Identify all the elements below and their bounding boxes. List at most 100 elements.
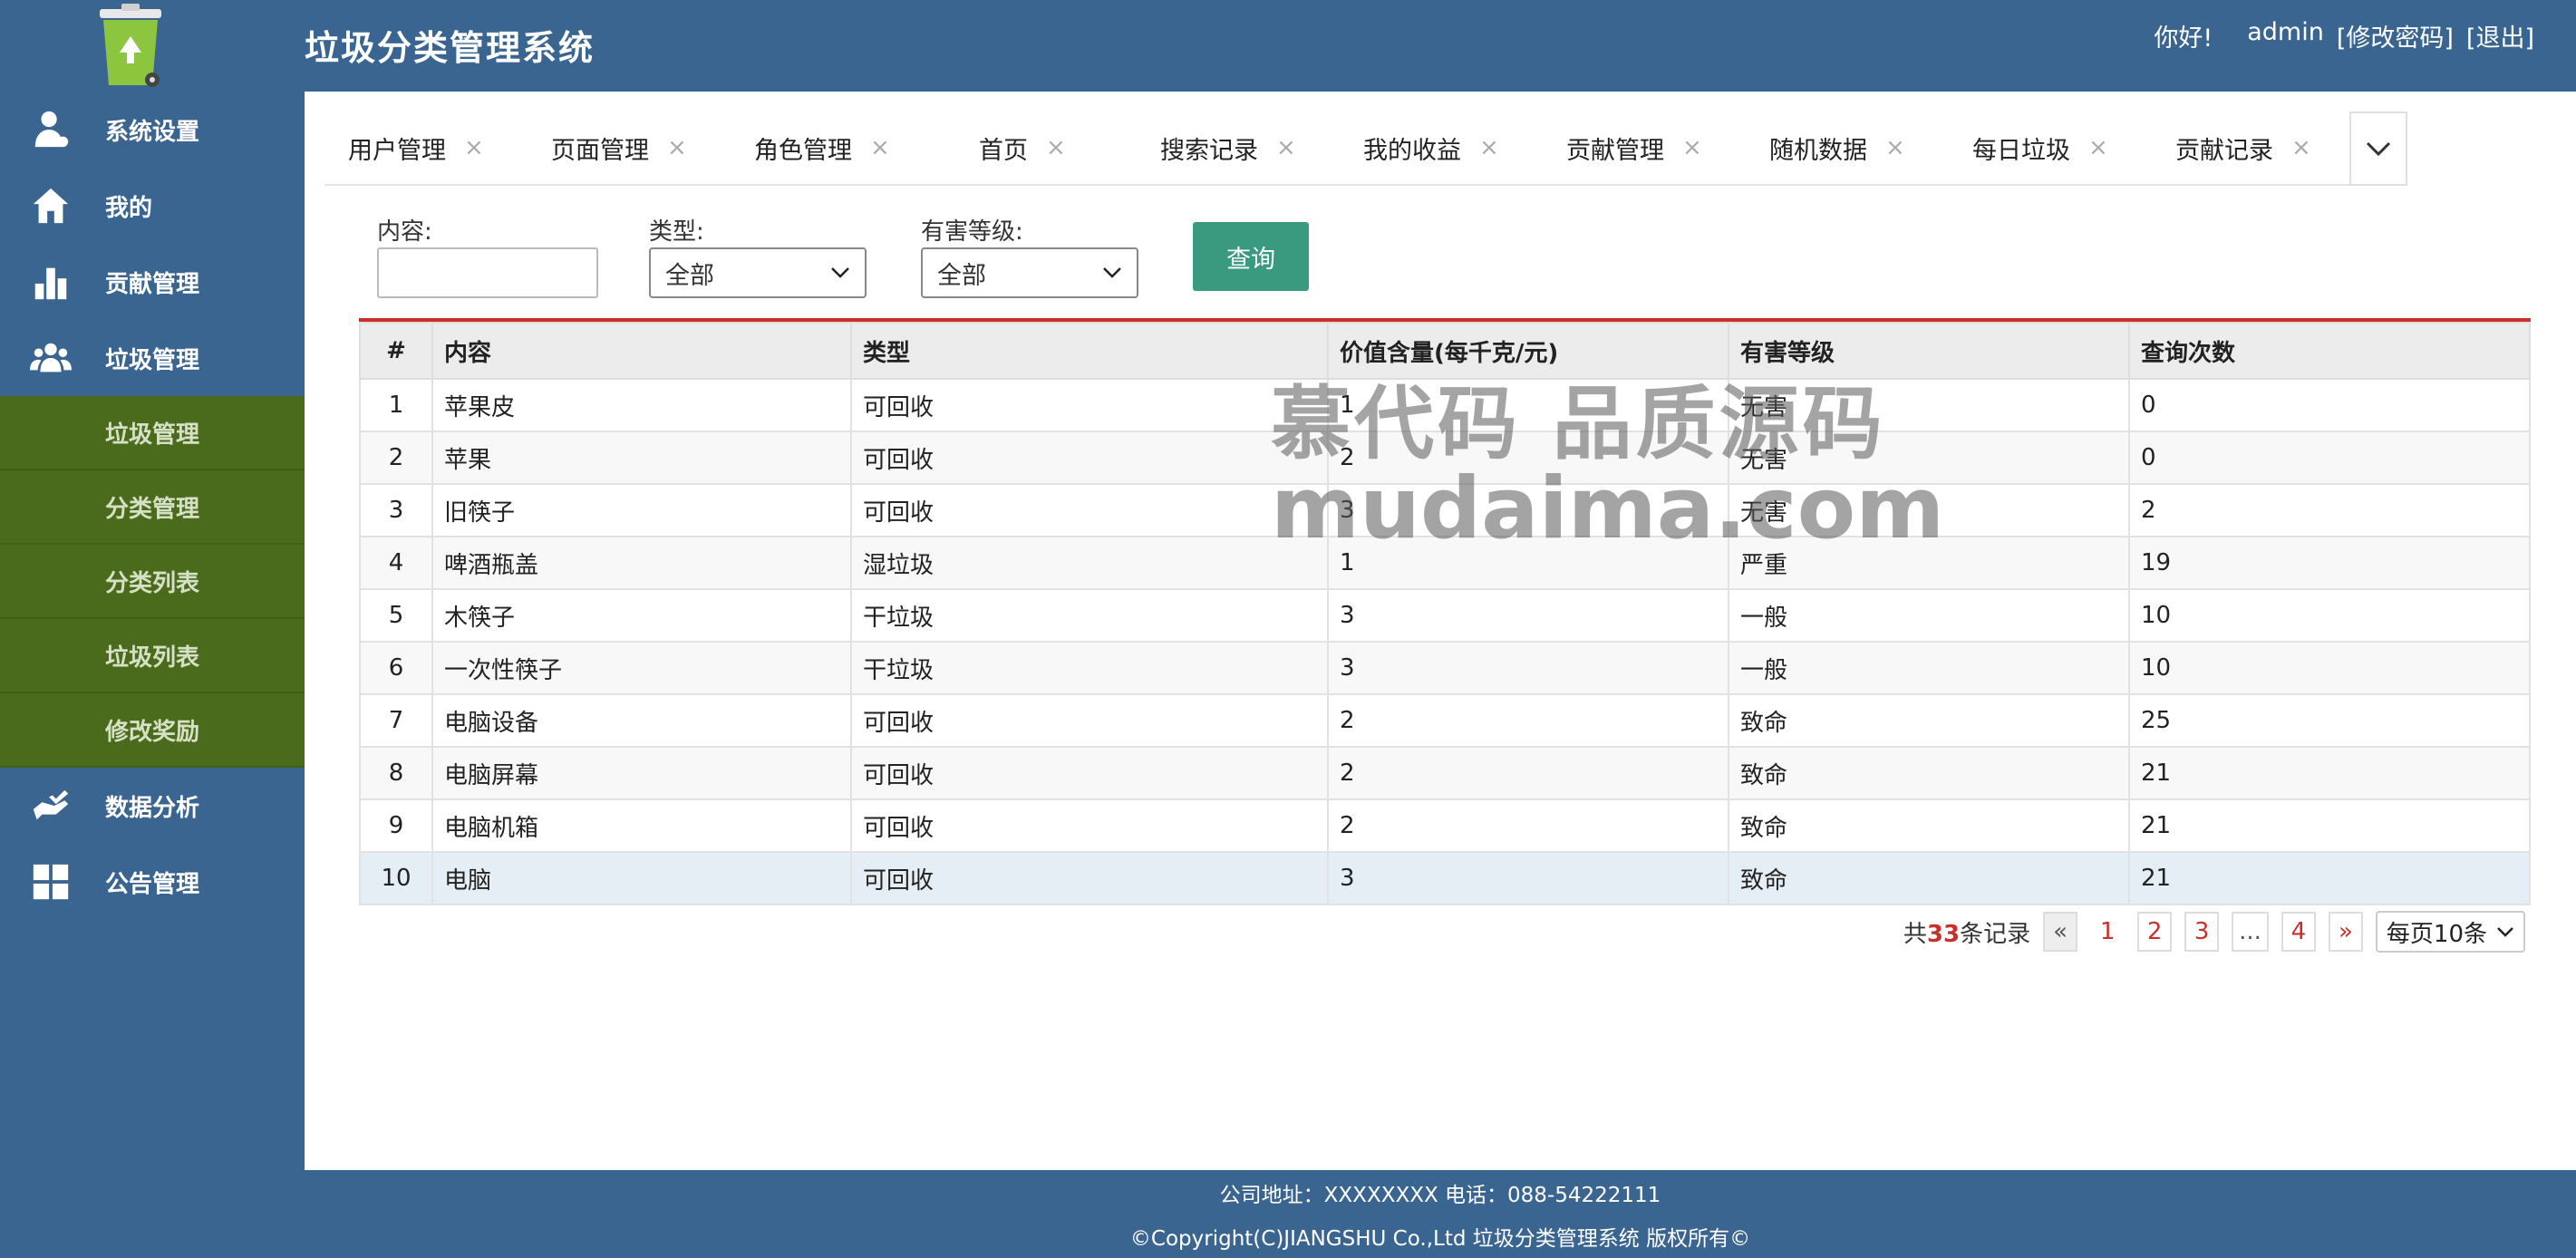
table-row[interactable]: 7 电脑设备 可回收 2 致命 25 (359, 693, 2531, 748)
trash-bin-logo-icon (87, 4, 174, 89)
sidebar-item-data-analysis[interactable]: 数据分析 (0, 768, 305, 844)
table-cell: 无害 (1728, 431, 2130, 485)
logout-link[interactable]: [退出] (2466, 18, 2534, 53)
sidebar-item-garbage[interactable]: 垃圾管理 (0, 320, 305, 396)
footer-copyright: ©Copyright(C)JIANGSHU Co.,Ltd 垃圾分类管理系统 版… (1129, 1227, 1751, 1251)
sidebar-item-label: 我的 (105, 194, 153, 222)
table-header-row: # 内容 类型 价值含量(每千克/元) 有害等级 查询次数 (359, 322, 2531, 380)
table-cell: 可回收 (850, 693, 1329, 748)
table-cell: 3 (1327, 641, 1729, 695)
close-icon[interactable]: × (1479, 134, 1499, 161)
table-row[interactable]: 1 苹果皮 可回收 1 无害 0 (359, 378, 2531, 432)
data-table: # 内容 类型 价值含量(每千克/元) 有害等级 查询次数 1 苹果皮 可回收 1 无害… (359, 322, 2531, 905)
submenu-item-category-manage[interactable]: 分类管理 (0, 470, 305, 545)
table-cell: 7 (359, 693, 433, 748)
column-header[interactable]: 价值含量(每千克/元) (1327, 322, 1729, 380)
table-cell: 10 (2128, 588, 2531, 643)
tab-label: 贡献记录 (2175, 136, 2273, 165)
page-ellipsis: ... (2232, 912, 2269, 952)
column-header[interactable]: 类型 (850, 322, 1329, 380)
table-cell: 3 (1327, 483, 1729, 537)
table-row[interactable]: 4 啤酒瓶盖 湿垃圾 1 严重 19 (359, 536, 2531, 590)
harm-filter-select[interactable]: 全部 (921, 247, 1138, 298)
close-icon[interactable]: × (1885, 134, 1905, 161)
sidebar-item-contribution[interactable]: 贡献管理 (0, 244, 305, 320)
content-filter-input[interactable] (377, 247, 598, 298)
column-header[interactable]: 内容 (431, 322, 852, 380)
table-row[interactable]: 10 电脑 可回收 3 致命 21 (359, 851, 2531, 905)
footer-address: 公司地址：XXXXXXXX 电话：088-54222111 (1219, 1184, 1661, 1207)
sidebar-item-label: 贡献管理 (105, 270, 200, 298)
table-cell: 19 (2128, 536, 2531, 590)
type-filter-select[interactable]: 全部 (649, 247, 867, 298)
table-cell: 致命 (1728, 693, 2130, 748)
submenu-item-edit-reward[interactable]: 修改奖励 (0, 693, 305, 768)
column-header[interactable]: 查询次数 (2128, 322, 2531, 380)
tab-contribution-manage[interactable]: 贡献管理 × (1543, 111, 1746, 184)
tab-daily-garbage[interactable]: 每日垃圾 × (1949, 111, 2152, 184)
close-icon[interactable]: × (464, 134, 484, 161)
query-button[interactable]: 查询 (1193, 222, 1309, 291)
sidebar-item-label: 垃圾管理 (105, 346, 200, 374)
close-icon[interactable]: × (1682, 134, 1702, 161)
submenu-item-category-list[interactable]: 分类列表 (0, 545, 305, 619)
table-row[interactable]: 3 旧筷子 可回收 3 无害 2 (359, 483, 2531, 537)
close-icon[interactable]: × (2088, 134, 2108, 161)
tab-my-earnings[interactable]: 我的收益 × (1340, 111, 1543, 184)
close-icon[interactable]: × (2291, 134, 2311, 161)
table-cell: 湿垃圾 (850, 536, 1329, 590)
page-button[interactable]: 3 (2184, 912, 2220, 952)
tab-contribution-records[interactable]: 贡献记录 × (2152, 111, 2355, 184)
close-icon[interactable]: × (870, 134, 890, 161)
tab-more-button[interactable] (2349, 111, 2407, 186)
close-icon[interactable]: × (1276, 134, 1296, 161)
sidebar-item-system-settings[interactable]: 系统设置 (0, 92, 305, 168)
table-cell: 25 (2128, 693, 2531, 748)
table-cell: 21 (2128, 851, 2531, 905)
per-page-select[interactable]: 每页10条 (2375, 911, 2525, 953)
sidebar-item-label: 公告管理 (105, 870, 200, 898)
column-header[interactable]: # (359, 322, 433, 380)
prev-page-button[interactable]: « (2043, 912, 2078, 952)
table-row[interactable]: 5 木筷子 干垃圾 3 一般 10 (359, 588, 2531, 643)
tab-user-manage[interactable]: 用户管理 × (324, 111, 528, 184)
sidebar-item-mine[interactable]: 我的 (0, 168, 305, 244)
chevron-down-icon (2366, 141, 2391, 157)
sidebar-item-label: 系统设置 (105, 118, 200, 146)
table-row[interactable]: 8 电脑屏幕 可回收 2 致命 21 (359, 746, 2531, 800)
tab-role-manage[interactable]: 角色管理 × (731, 111, 934, 184)
page-button[interactable]: 1 (2090, 912, 2126, 952)
sidebar-item-announcement[interactable]: 公告管理 (0, 844, 305, 920)
table-row[interactable]: 2 苹果 可回收 2 无害 0 (359, 431, 2531, 485)
table-cell: 2 (1327, 798, 1729, 853)
tab-home[interactable]: 首页 × (934, 111, 1137, 184)
table-cell: 1 (1327, 378, 1729, 432)
table-cell: 4 (359, 536, 433, 590)
table-row[interactable]: 6 一次性筷子 干垃圾 3 一般 10 (359, 641, 2531, 695)
grid-icon (25, 860, 76, 904)
data-table-wrapper: # 内容 类型 价值含量(每千克/元) 有害等级 查询次数 1 苹果皮 可回收 1 无害… (359, 318, 2531, 905)
change-password-link[interactable]: [修改密码] (2337, 18, 2454, 53)
submenu-item-garbage-manage[interactable]: 垃圾管理 (0, 396, 305, 470)
tab-page-manage[interactable]: 页面管理 × (528, 111, 731, 184)
table-cell: 21 (2128, 798, 2531, 853)
page-button[interactable]: 2 (2137, 912, 2173, 952)
tab-random-data[interactable]: 随机数据 × (1746, 111, 1949, 184)
total-count: 33 (1926, 920, 1961, 948)
close-icon[interactable]: × (1046, 134, 1066, 161)
table-row[interactable]: 9 电脑机箱 可回收 2 致命 21 (359, 798, 2531, 853)
username-text: admin (2247, 18, 2324, 46)
type-filter-value: 全部 (665, 261, 714, 290)
garbage-submenu: 垃圾管理 分类管理 分类列表 垃圾列表 修改奖励 (0, 396, 305, 768)
submenu-item-garbage-list[interactable]: 垃圾列表 (0, 619, 305, 693)
page-button[interactable]: 4 (2281, 912, 2316, 952)
chevron-down-icon (1103, 267, 1121, 278)
table-cell: 可回收 (850, 798, 1329, 853)
table-cell: 10 (359, 851, 433, 905)
app-title: 垃圾分类管理系统 (305, 28, 596, 68)
tab-search-records[interactable]: 搜索记录 × (1137, 111, 1340, 184)
table-cell: 木筷子 (431, 588, 852, 643)
column-header[interactable]: 有害等级 (1728, 322, 2130, 380)
next-page-button[interactable]: » (2328, 912, 2363, 952)
close-icon[interactable]: × (667, 134, 687, 161)
